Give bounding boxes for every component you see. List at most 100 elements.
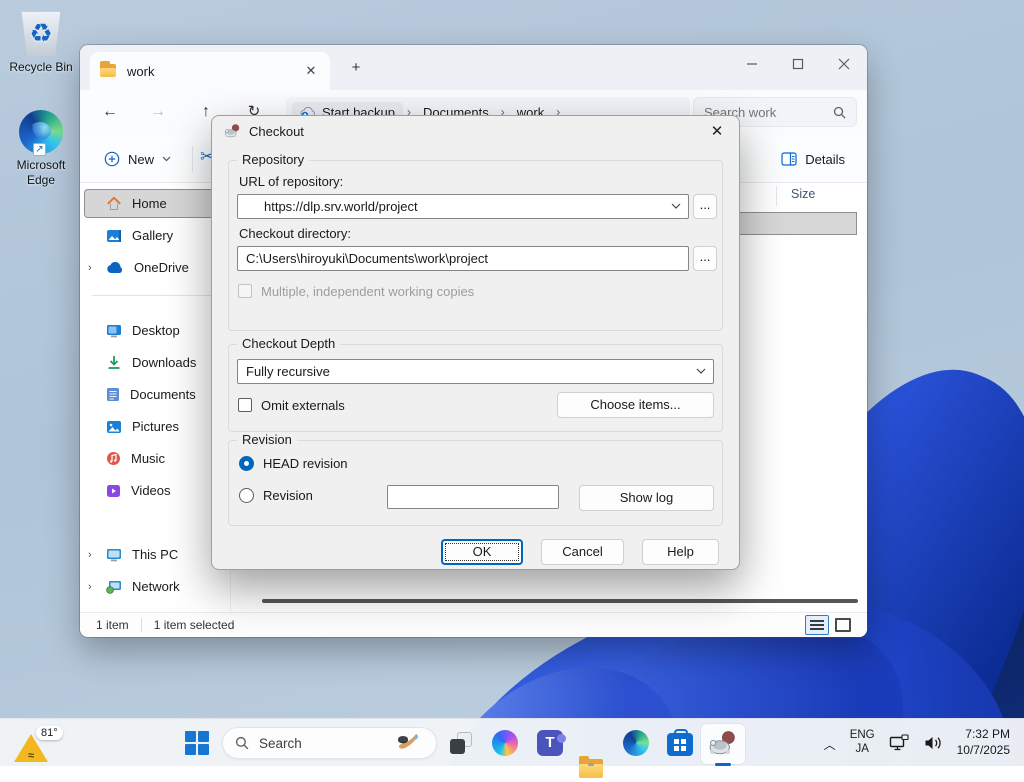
large-icons-view-icon[interactable] <box>835 618 851 632</box>
sidebar-item-downloads[interactable]: Downloads <box>84 348 226 377</box>
details-view-icon[interactable] <box>805 615 829 635</box>
weather-widget[interactable]: ≈ 81° <box>14 726 66 762</box>
sidebar-item-videos[interactable]: Videos <box>84 476 226 505</box>
task-view-button[interactable] <box>448 730 474 756</box>
depth-select[interactable]: Fully recursive <box>237 359 714 384</box>
plus-circle-icon <box>104 151 120 167</box>
cancel-button[interactable]: Cancel <box>541 539 624 565</box>
folder-icon <box>100 64 118 79</box>
network-icon[interactable] <box>889 734 909 752</box>
downloads-icon <box>106 355 122 370</box>
new-button[interactable]: New <box>94 144 181 174</box>
network-icon <box>106 580 122 594</box>
search-highlight-hockey-icon <box>394 733 424 753</box>
details-pane-button[interactable]: Details <box>773 144 853 174</box>
back-button[interactable]: ← <box>98 100 122 124</box>
maximize-button[interactable] <box>775 45 821 83</box>
help-button[interactable]: Help <box>642 539 719 565</box>
shortcut-arrow-icon: ↗ <box>33 143 46 156</box>
checkout-directory-input[interactable] <box>237 246 689 271</box>
chevron-down-icon <box>162 156 171 162</box>
copilot-button[interactable] <box>492 730 518 756</box>
expand-chevron-icon[interactable]: › <box>88 549 100 561</box>
column-separator <box>776 186 777 206</box>
expand-chevron-icon[interactable]: › <box>88 581 100 593</box>
combo-chevron-icon[interactable] <box>696 368 706 375</box>
sidebar-item-onedrive[interactable]: › OneDrive <box>84 253 226 282</box>
desktop-icon-recycle-bin[interactable]: ♻ Recycle Bin <box>2 10 80 75</box>
home-icon <box>106 196 122 211</box>
tortoisesvn-icon <box>224 123 241 140</box>
head-revision-label: HEAD revision <box>263 456 348 471</box>
clock[interactable]: 7:32 PM 10/7/2025 <box>957 727 1010 758</box>
dialog-title: Checkout <box>249 124 304 139</box>
tortoisesvn-taskbar-button[interactable] <box>701 724 745 764</box>
repository-group: Repository URL of repository: ... Checko… <box>228 160 723 331</box>
omit-externals-label: Omit externals <box>261 398 345 413</box>
omit-externals-checkbox[interactable] <box>238 398 252 412</box>
ok-button[interactable]: OK <box>441 539 523 565</box>
volume-icon[interactable] <box>923 734 943 752</box>
tray-expand-chevron[interactable]: ︿ <box>824 736 836 753</box>
search-label: Search <box>259 736 302 751</box>
teams-button[interactable]: T <box>537 730 563 756</box>
details-pane-icon <box>781 152 797 166</box>
taskbar: ≈ 81° Search T <box>0 718 1024 766</box>
horizontal-scrollbar[interactable] <box>262 599 858 603</box>
sidebar-item-this-pc[interactable]: › This PC <box>84 540 226 569</box>
close-button[interactable] <box>821 45 867 83</box>
windows-logo-icon <box>185 731 209 755</box>
combo-chevron-icon[interactable] <box>671 203 681 210</box>
show-log-button[interactable]: Show log <box>579 485 714 511</box>
language-indicator[interactable]: ENG JA <box>850 729 875 757</box>
weather-temperature: 81° <box>36 726 63 740</box>
directory-label: Checkout directory: <box>239 226 351 241</box>
pictures-icon <box>106 420 122 434</box>
multiple-working-copies-checkbox <box>238 284 252 298</box>
group-label: Checkout Depth <box>237 336 340 351</box>
file-explorer-button[interactable] <box>578 756 604 782</box>
head-revision-radio[interactable] <box>239 456 254 471</box>
group-label: Revision <box>237 432 297 447</box>
dialog-title-bar[interactable]: Checkout ✕ <box>212 116 739 146</box>
repository-url-combobox[interactable] <box>237 194 689 219</box>
browse-directory-button[interactable]: ... <box>693 246 717 271</box>
this-pc-icon <box>106 548 122 562</box>
microsoft-store-button[interactable] <box>667 730 693 756</box>
column-header-size[interactable]: Size <box>791 187 815 201</box>
tab-label: work <box>127 64 154 79</box>
expand-chevron-icon[interactable]: › <box>88 262 100 274</box>
explorer-tab-work[interactable]: work ✕ <box>90 52 330 90</box>
new-tab-button[interactable]: + <box>345 58 367 80</box>
status-separator <box>141 618 142 632</box>
dialog-close-icon[interactable]: ✕ <box>707 122 727 140</box>
taskbar-search[interactable]: Search <box>222 727 437 759</box>
sidebar-item-gallery[interactable]: Gallery <box>84 221 226 250</box>
choose-items-button[interactable]: Choose items... <box>557 392 714 418</box>
revision-number-input[interactable] <box>387 485 559 509</box>
explorer-sidebar: Home Gallery › OneDrive <box>80 183 230 612</box>
explorer-tab-bar: work ✕ + <box>80 45 867 90</box>
sidebar-item-documents[interactable]: Documents <box>84 380 226 409</box>
music-icon <box>106 451 121 466</box>
browse-url-button[interactable]: ... <box>693 194 717 219</box>
forward-button[interactable]: → <box>146 100 170 124</box>
checkout-depth-group: Checkout Depth Fully recursive Omit exte… <box>228 344 723 432</box>
start-button[interactable] <box>184 730 210 756</box>
gallery-icon <box>106 229 122 243</box>
minimize-button[interactable] <box>729 45 775 83</box>
desktop-icon <box>106 324 122 338</box>
checkout-dialog: Checkout ✕ Repository URL of repository:… <box>211 115 740 570</box>
tab-close-icon[interactable]: ✕ <box>302 62 320 80</box>
sidebar-item-pictures[interactable]: Pictures <box>84 412 226 441</box>
item-count: 1 item <box>96 618 129 632</box>
edge-button[interactable] <box>623 730 649 756</box>
desktop-icon-microsoft-edge[interactable]: ↗ Microsoft Edge <box>2 110 80 188</box>
revision-radio[interactable] <box>239 488 254 503</box>
sidebar-item-home[interactable]: Home <box>84 189 226 218</box>
sidebar-item-music[interactable]: Music <box>84 444 226 473</box>
sidebar-item-desktop[interactable]: Desktop <box>84 316 226 345</box>
sidebar-item-network[interactable]: › Network <box>84 572 226 601</box>
videos-icon <box>106 484 121 498</box>
documents-icon <box>106 387 120 402</box>
